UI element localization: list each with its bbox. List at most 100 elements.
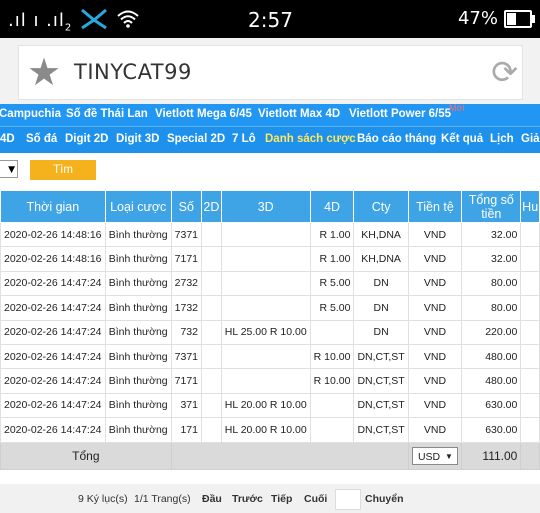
- page-title: TINYCAT99: [74, 60, 192, 84]
- col-header-currency[interactable]: Tiền tệ: [407, 190, 463, 223]
- total-spacer: [170, 441, 409, 470]
- first-page-button[interactable]: Đầu: [202, 493, 222, 505]
- data-transfer-icon: [81, 8, 107, 30]
- cell-number: 7171: [170, 368, 203, 394]
- search-button[interactable]: Tìm: [30, 160, 96, 180]
- cell-number: 2732: [170, 270, 203, 297]
- nav-item-lich[interactable]: Lịch: [490, 133, 514, 145]
- cell-total: 80.00: [461, 270, 522, 297]
- nav-item-max4d[interactable]: Vietlott Max 4D: [258, 108, 340, 120]
- col-header-2d[interactable]: 2D: [201, 190, 222, 223]
- status-bar: .ıl ı .ıl2 2:57 47%: [0, 0, 540, 38]
- cell-company: KH,DNA: [353, 221, 409, 248]
- nav-item-soda[interactable]: Số đá: [26, 133, 57, 145]
- col-header-4d[interactable]: 4D: [309, 190, 355, 223]
- cell-company: DN,CT,ST: [353, 343, 409, 370]
- table-row: 2020-02-26 14:47:24 Bình thường 7171 R 10.0…: [0, 368, 540, 394]
- cell-number: 732: [170, 319, 203, 345]
- cell-number: 1732: [170, 295, 203, 321]
- cell-2d: [201, 343, 222, 370]
- cell-4d: R 1.00: [309, 221, 355, 248]
- cell-currency: VND: [407, 392, 463, 419]
- nav-item-power655[interactable]: Vietlott Power 6/55: [349, 108, 451, 120]
- nav-item-digit2d[interactable]: Digit 2D: [65, 133, 108, 145]
- nav-item-7lo[interactable]: 7 Lô: [232, 133, 256, 145]
- cell-3d: [220, 343, 311, 370]
- cell-3d: [220, 368, 311, 394]
- cell-number: 7171: [170, 246, 203, 272]
- total-extra: [520, 441, 540, 470]
- total-currency-cell: USD ▼: [407, 441, 463, 470]
- cell-currency: VND: [407, 221, 463, 248]
- cell-2d: [201, 246, 222, 272]
- cell-extra: [520, 270, 540, 297]
- cell-total: 220.00: [461, 319, 522, 345]
- col-header-number[interactable]: Số: [170, 190, 203, 223]
- cell-3d: [220, 221, 311, 248]
- cell-3d: HL 20.00 R 10.00: [220, 392, 311, 419]
- nav-item-mega645[interactable]: Vietlott Mega 6/45: [155, 108, 252, 120]
- cell-extra: [520, 417, 540, 443]
- col-header-type[interactable]: Loại cược: [104, 190, 172, 223]
- cell-total: 32.00: [461, 221, 522, 248]
- cell-time: 2020-02-26 14:47:24: [0, 417, 106, 443]
- nav-item-thailan[interactable]: Số đề Thái Lan: [66, 108, 148, 120]
- nav-item-ketqua[interactable]: Kết quả: [441, 133, 483, 145]
- nav-item-danhsachcuoc[interactable]: Danh sách cược: [265, 133, 356, 145]
- cell-time: 2020-02-26 14:47:24: [0, 368, 106, 394]
- sim-label: 2: [64, 22, 73, 34]
- cell-4d: [309, 319, 355, 345]
- nav-item-campuchia[interactable]: Campuchia: [0, 108, 61, 120]
- cell-2d: [201, 221, 222, 248]
- cell-time: 2020-02-26 14:47:24: [0, 392, 106, 419]
- col-header-extra[interactable]: Hu: [520, 190, 540, 223]
- cell-type: Bình thường: [104, 246, 172, 272]
- reload-icon[interactable]: ⟳: [491, 56, 518, 88]
- battery-indicator: 47%: [458, 8, 535, 29]
- cell-4d: R 10.00: [309, 368, 355, 394]
- cell-type: Bình thường: [104, 221, 172, 248]
- star-icon[interactable]: ★: [27, 52, 61, 92]
- cell-type: Bình thường: [104, 368, 172, 394]
- table-row: 2020-02-26 14:47:24 Bình thường 7371 R 10.0…: [0, 343, 540, 370]
- bet-list-table: Thời gian Loại cược Số 2D 3D 4D Cty Tiền…: [0, 190, 540, 470]
- cell-total: 630.00: [461, 417, 522, 443]
- cell-2d: [201, 417, 222, 443]
- table-row: 2020-02-26 14:47:24 Bình thường 1732 R 5.00…: [0, 295, 540, 321]
- go-button[interactable]: Chuyển: [365, 493, 404, 505]
- cell-currency: VND: [407, 368, 463, 394]
- cell-number: 7371: [170, 343, 203, 370]
- col-header-company[interactable]: Cty: [353, 190, 409, 223]
- cell-3d: [220, 295, 311, 321]
- total-amount: 111.00: [461, 441, 522, 470]
- cell-4d: R 1.00: [309, 246, 355, 272]
- cell-type: Bình thường: [104, 270, 172, 297]
- nav-item-gia[interactable]: Giả: [521, 133, 540, 145]
- nav-item-baocaothang[interactable]: Báo cáo tháng: [357, 133, 436, 145]
- cell-time: 2020-02-26 14:47:24: [0, 343, 106, 370]
- col-header-time[interactable]: Thời gian: [0, 190, 106, 223]
- cell-currency: VND: [407, 343, 463, 370]
- last-page-button[interactable]: Cuối: [304, 493, 327, 505]
- table-row: 2020-02-26 14:47:24 Bình thường 732 HL 25.0…: [0, 319, 540, 345]
- col-header-total[interactable]: Tổng số tiền: [461, 190, 522, 223]
- main-nav: 4D Số đá Digit 2D Digit 3D Special 2D 7 …: [0, 126, 540, 153]
- cell-type: Bình thường: [104, 343, 172, 370]
- nav-item-4d[interactable]: 4D: [0, 133, 15, 145]
- currency-select[interactable]: USD ▼: [411, 446, 458, 465]
- cell-company: DN: [353, 319, 409, 345]
- page-number-input[interactable]: [335, 489, 361, 510]
- cell-3d: [220, 270, 311, 297]
- next-page-button[interactable]: Tiếp: [271, 493, 292, 505]
- nav-item-special2d[interactable]: Special 2D: [167, 133, 225, 145]
- table-row: 2020-02-26 14:47:24 Bình thường 171 HL 20.0…: [0, 417, 540, 443]
- total-row: Tổng USD ▼ 111.00: [0, 441, 540, 470]
- col-header-3d[interactable]: 3D: [220, 190, 311, 223]
- prev-page-button[interactable]: Trước: [232, 493, 263, 505]
- cell-extra: [520, 246, 540, 272]
- wifi-icon: [117, 10, 139, 28]
- filter-select[interactable]: ▼: [0, 160, 18, 178]
- nav-item-digit3d[interactable]: Digit 3D: [116, 133, 159, 145]
- address-bar[interactable]: ★ TINYCAT99 ⟳: [18, 45, 523, 100]
- table-row: 2020-02-26 14:47:24 Bình thường 371 HL 20.0…: [0, 392, 540, 419]
